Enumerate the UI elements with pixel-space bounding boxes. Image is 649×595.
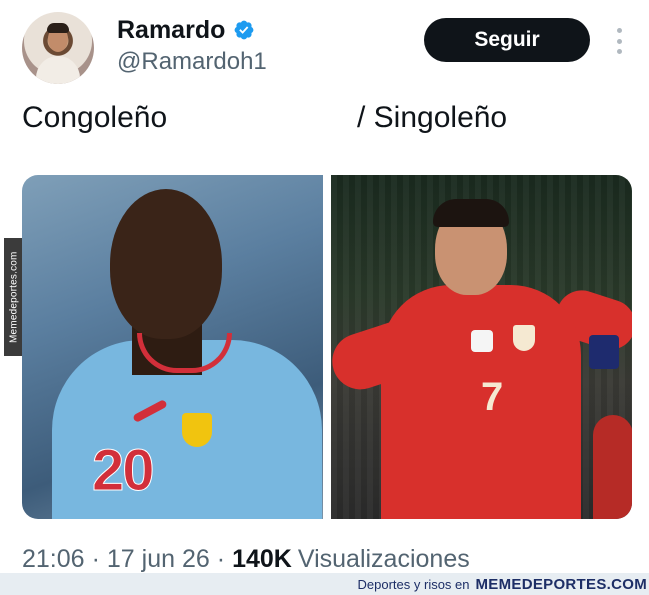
footer-watermark-prefix: Deportes y risos en <box>357 577 470 592</box>
meta-separator: · <box>216 545 226 573</box>
avatar[interactable] <box>22 12 94 84</box>
views-count: 140K <box>232 545 292 573</box>
photo-right[interactable]: 7 <box>331 175 632 519</box>
views-label: Visualizaciones <box>297 545 470 573</box>
captain-armband <box>589 335 619 369</box>
jersey-number: 20 <box>92 438 155 504</box>
author-name-row: Ramardo <box>117 14 255 46</box>
tweet-time[interactable]: 21:06 <box>22 545 85 574</box>
side-watermark: Memedeportes.com <box>4 238 24 356</box>
follow-button[interactable]: Seguir <box>424 18 590 62</box>
jersey-number: 7 <box>481 375 504 419</box>
caption-right: / Singoleño <box>357 101 508 134</box>
tweet-meta: 21:06 · 17 jun 26 · 140K Visualizaciones <box>22 545 470 574</box>
meta-separator: · <box>91 545 100 573</box>
photo-left[interactable]: 20 <box>22 175 323 519</box>
player-head <box>110 189 222 339</box>
footer-watermark-brand: MEMEDEPORTES.COM <box>475 576 647 593</box>
more-vertical-icon[interactable] <box>612 28 626 54</box>
author-handle[interactable]: @Ramardoh1 <box>117 48 267 76</box>
verified-badge-icon <box>234 20 254 40</box>
crest-icon <box>182 413 212 447</box>
brand-logo-icon <box>471 330 493 352</box>
caption-left: Congoleño <box>22 101 168 134</box>
tweet-date[interactable]: 17 jun 26 <box>107 545 210 574</box>
footer-watermark: Deportes y risos en MEMEDEPORTES.COM <box>358 576 647 593</box>
crest-icon <box>513 325 535 351</box>
author-display-name[interactable]: Ramardo <box>117 16 225 45</box>
tweet-header: Ramardo @Ramardoh1 Seguir <box>22 12 632 84</box>
